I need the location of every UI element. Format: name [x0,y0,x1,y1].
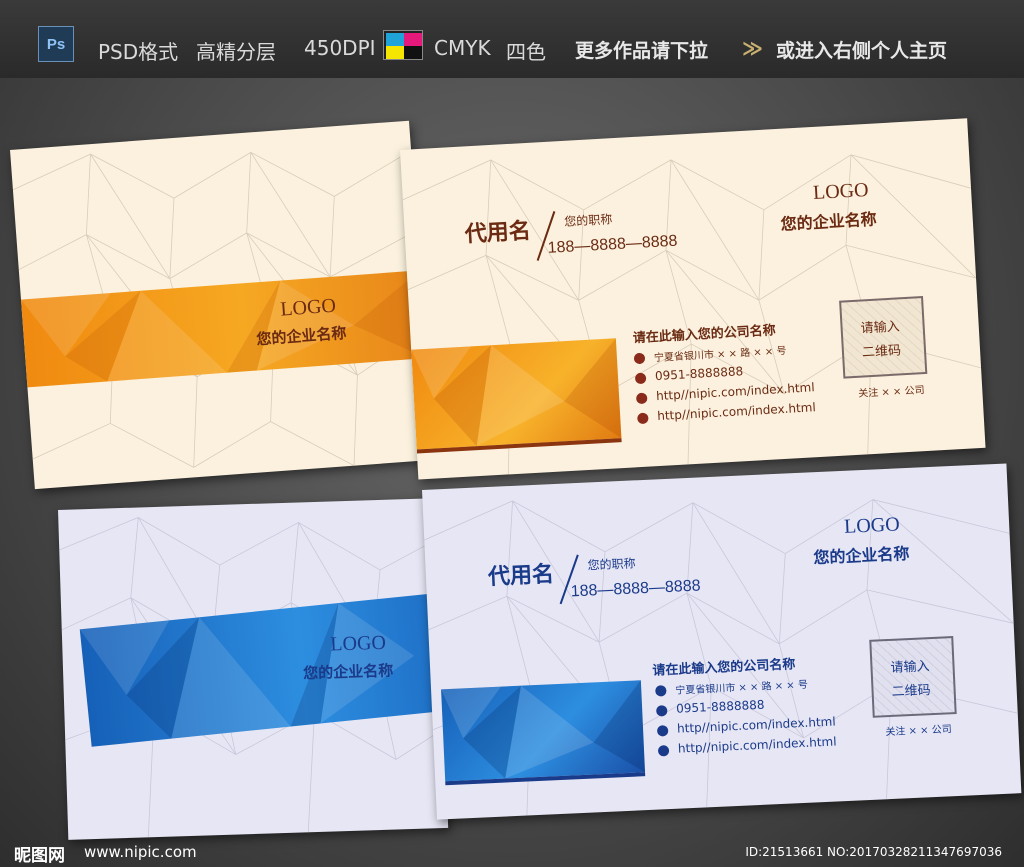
blue-block [441,680,646,782]
qr-line-1: 请输入 [890,659,930,676]
qr-line-2: 二维码 [891,683,931,700]
site-url[interactable]: www.nipic.com [84,843,197,861]
qr-code-box: 请输入 二维码 [839,296,928,379]
image-id: ID:21513661 NO:20170328211347697036 [745,845,1002,859]
four-color-label: 四色 [506,40,546,64]
dpi-label: 450DPI [304,36,376,60]
top-banner: Ps PSD格式 高精分层 450DPI CMYK 四色 更多作品请下拉 ≫ 或… [0,0,1024,78]
watermark-bar: 昵图网 www.nipic.com ID:21513661 NO:2017032… [0,833,1024,867]
orange-card-front: 代用名 您的职称 188—8888—8888 LOGO 您的企业名称 请在此输入… [400,118,986,480]
chevron-down-icon: ≫ [742,36,763,60]
quality-label: 高精分层 [196,40,276,64]
cmyk-swatch-icon [383,30,423,60]
qr-code-box: 请输入 二维码 [869,636,957,718]
color-mode-label: CMYK [434,36,491,60]
orange-block [411,338,622,450]
card-holder-name: 代用名 [487,561,555,591]
logo-text: LOGO [330,631,387,656]
format-label: PSD格式 [98,40,179,64]
company-name: 您的企业名称 [813,543,910,568]
more-works-text: 更多作品请下拉 [575,40,709,62]
photoshop-icon: Ps [38,26,74,62]
personal-page-text: 或进入右侧个人主页 [776,40,948,62]
card-holder-name: 代用名 [464,217,532,248]
logo-text: LOGO [843,513,901,538]
orange-card-back: LOGO 您的企业名称 [10,120,434,490]
logo-text: LOGO [279,294,337,321]
site-logo: 昵图网 [14,846,65,866]
qr-line-2: 二维码 [861,343,902,361]
blue-card-back: LOGO 您的企业名称 [58,498,449,840]
qr-line-1: 请输入 [860,319,901,337]
logo-text: LOGO [812,178,870,204]
company-name: 您的企业名称 [302,661,394,683]
follow-text: 关注 × × 公司 [885,724,952,739]
blue-card-front: 代用名 您的职称 188—8888—8888 LOGO 您的企业名称 请在此输入… [422,463,1022,820]
job-title: 您的职称 [563,212,613,229]
job-title: 您的职称 [587,556,636,573]
